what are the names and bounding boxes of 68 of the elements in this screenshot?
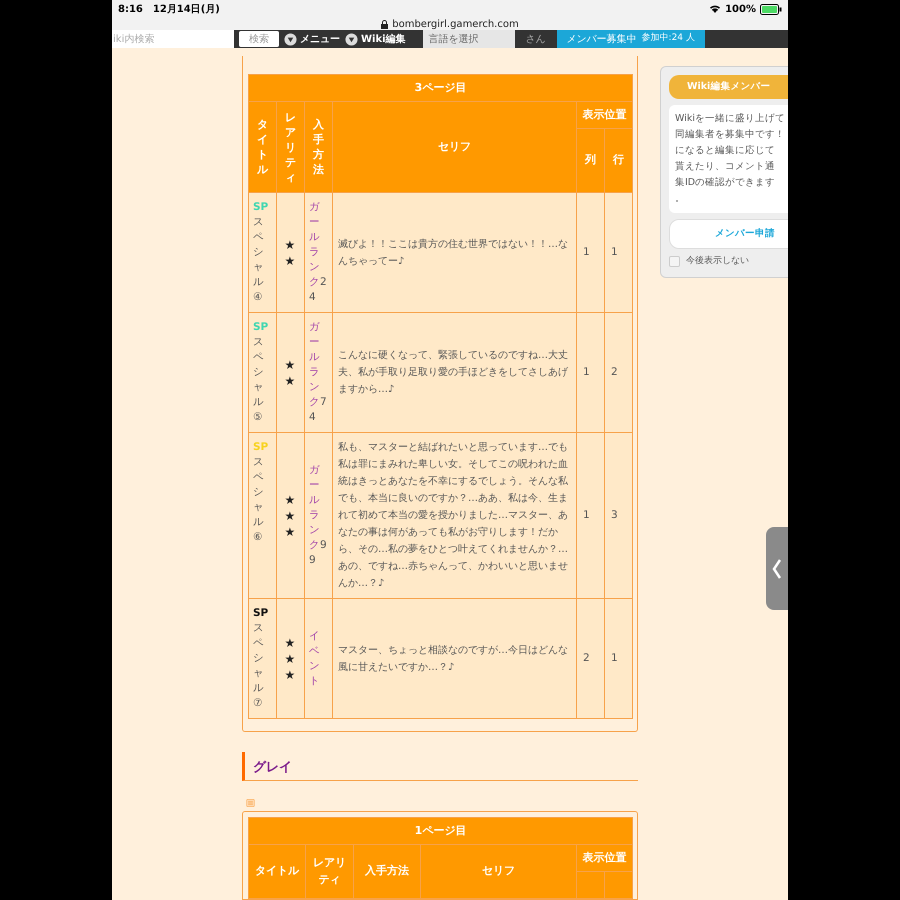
- battery-icon: [760, 4, 782, 14]
- method-text: ガールランク 24: [309, 200, 328, 305]
- rarity-text: ★★★: [284, 492, 296, 540]
- line-cell: 私も、マスターと結ばれたいと思っています…でも私は罪にまみれた卑しい女。そしてこの呪われた血統はきっとあなたを不幸にするでしょう。そんな私でも、本当に良いのですか？…ああ、私は今、生まれて初めて本当の愛を授かりました…マスター、あなたの事は何があっても私がお守りします！だから、その…私の夢をひとつ叶えてくれませんか？…あの、ですね…赤ちゃんって、かわいいと思いませんか…？♪: [332, 432, 576, 598]
- menu-link[interactable]: メニュー: [300, 32, 340, 46]
- line-cell: 滅びよ！！ここは貴方の住む世界ではない！！…なんちゃってー♪: [332, 192, 576, 312]
- method-text: ガールランク 74: [309, 320, 328, 425]
- column-cell: 2: [576, 598, 604, 718]
- popup-message-line: 同編集者を募集中です！: [675, 128, 786, 142]
- row-cell: 1: [604, 598, 632, 718]
- header-row: 行: [604, 128, 632, 192]
- popup-message-line: Wikiを一緒に盛り上げて: [675, 112, 786, 126]
- header-position: 表示位置: [576, 102, 632, 128]
- header-method: 入手方法: [312, 117, 325, 177]
- status-date: 12月14日(月): [152, 2, 220, 16]
- popup-message-line: 。: [675, 192, 686, 206]
- member-button[interactable]: メンバー募集中 参加中:24 人: [556, 30, 705, 48]
- search-button[interactable]: 検索: [239, 31, 279, 47]
- row-cell: 3: [604, 432, 632, 598]
- header-title: タイトル: [248, 844, 306, 898]
- popup-message-line: 集IDの確認ができます: [675, 176, 776, 190]
- line-cell: マスター、ちょっと相談なのですが…今日はどんな風に甘えたいですか…？♪: [332, 598, 576, 718]
- caret-down-icon: [345, 32, 358, 46]
- header-method: 入手方法: [354, 844, 420, 898]
- url-text[interactable]: bombergirl.gamerch.com: [392, 16, 519, 32]
- rarity-text: ★★: [284, 236, 296, 268]
- title-text: スペシャル⑤: [253, 336, 264, 423]
- rarity-text: ★★: [284, 356, 296, 388]
- caret-down-icon: [284, 32, 297, 46]
- menu-link[interactable]: Wiki編集: [361, 32, 406, 46]
- column-cell: 1: [576, 312, 604, 432]
- table-caption: 1ページ目: [248, 818, 632, 844]
- sp-label: SP: [253, 321, 268, 333]
- popup-message-line: 貰えたり、コメント通: [675, 160, 776, 174]
- title-text: スペシャル⑦: [253, 622, 264, 709]
- title-text: スペシャル⑥: [253, 456, 264, 543]
- popup-message-line: になると編集に応じて: [675, 144, 776, 158]
- column-cell: 1: [576, 432, 604, 598]
- status-time: 8:16: [118, 2, 143, 16]
- sp-label: SP: [253, 607, 268, 619]
- lock-icon: [381, 20, 388, 28]
- apply-button[interactable]: メンバー申請: [669, 219, 788, 249]
- language-select[interactable]: 言語を選択: [422, 30, 515, 48]
- header-rarity: レアリティ: [306, 844, 354, 898]
- section-heading: グレイ: [253, 760, 292, 775]
- header-rarity: レアリティ: [284, 110, 297, 184]
- checkbox-label: 今後表示しない: [686, 255, 749, 268]
- method-text: イベント: [309, 628, 321, 688]
- column-cell: 1: [576, 192, 604, 312]
- header-title: タイトル: [256, 117, 269, 177]
- row-cell: 1: [604, 192, 632, 312]
- line-cell: こんなに硬くなって、緊張しているのですね…大丈夫、私が手取り足取り愛の手ほどきをしてさしあげますから…♪: [332, 312, 576, 432]
- sp-label: SP: [253, 441, 268, 453]
- checkbox[interactable]: [669, 256, 680, 268]
- method-text: ガールランク 99: [309, 463, 328, 568]
- table-caption: 3ページ目: [248, 74, 632, 102]
- chevron-left-icon: [772, 558, 782, 580]
- sp-label: SP: [253, 201, 268, 213]
- header-position: 表示位置: [576, 844, 632, 872]
- title-text: スペシャル④: [253, 216, 264, 303]
- search-field[interactable]: iki内検索: [112, 30, 234, 48]
- wifi-icon: [709, 4, 722, 14]
- row-cell: 2: [604, 312, 632, 432]
- rarity-text: ★★★: [284, 634, 296, 682]
- side-handle[interactable]: [766, 527, 788, 610]
- header-column: 列: [576, 128, 604, 192]
- user-suffix: さん: [526, 32, 546, 46]
- battery-percent: 100%: [725, 2, 756, 16]
